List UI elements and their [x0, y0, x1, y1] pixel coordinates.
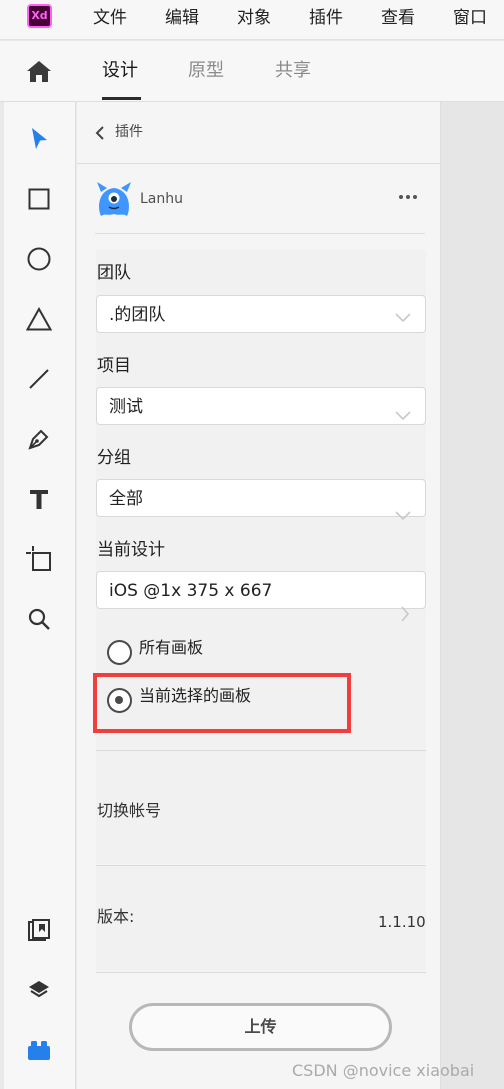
panel-header: 插件: [77, 102, 441, 164]
current-design-value: iOS @1x 375 x 667: [109, 581, 273, 601]
highlight-box: [93, 673, 351, 733]
triangle-icon[interactable]: [26, 306, 52, 332]
xd-logo: Xd: [27, 4, 52, 28]
pen-icon[interactable]: [26, 426, 52, 452]
menu-bar: Xd 文件 编辑 对象 插件 查看 窗口: [0, 0, 504, 40]
tool-bar: [4, 102, 76, 1089]
menu-view[interactable]: 查看: [381, 7, 415, 29]
current-design-select[interactable]: iOS @1x 375 x 667: [96, 571, 426, 622]
rectangle-icon[interactable]: [26, 186, 52, 212]
radio-all-artboards-label: 所有画板: [139, 638, 204, 657]
tab-prototype[interactable]: 原型: [188, 59, 224, 83]
active-tab-underline: [102, 97, 141, 100]
radio-all-artboards[interactable]: [107, 640, 132, 665]
project-value: 测试: [109, 397, 143, 417]
plugin-header-row: Lanhu: [95, 178, 425, 234]
select-arrow-icon[interactable]: [26, 126, 52, 152]
version-label: 版本:: [97, 907, 135, 926]
team-select[interactable]: .的团队: [96, 295, 426, 333]
line-icon[interactable]: [26, 366, 52, 392]
switch-account-link[interactable]: 切换帐号: [97, 800, 161, 822]
project-select[interactable]: 测试: [96, 387, 426, 425]
home-icon[interactable]: [26, 59, 52, 83]
watermark: CSDN @novice xiaobai: [292, 1061, 475, 1080]
tab-share[interactable]: 共享: [275, 59, 311, 83]
menu-file[interactable]: 文件: [93, 7, 127, 29]
team-label: 团队: [97, 263, 131, 283]
tab-design[interactable]: 设计: [102, 59, 138, 83]
version-value: 1.1.10: [378, 913, 426, 931]
ellipse-icon[interactable]: [26, 246, 52, 272]
upload-button[interactable]: 上传: [129, 1003, 392, 1051]
chevron-down-icon: [395, 511, 411, 521]
chevron-left-icon[interactable]: [95, 126, 105, 140]
chevron-down-icon: [395, 313, 411, 323]
more-options-icon[interactable]: [397, 192, 419, 202]
menu-object[interactable]: 对象: [237, 7, 271, 29]
lanhu-mascot-icon: [97, 182, 131, 216]
zoom-icon[interactable]: [26, 606, 52, 632]
menu-plugins[interactable]: 插件: [309, 7, 343, 29]
divider: [96, 972, 426, 973]
project-label: 项目: [97, 356, 131, 376]
group-select[interactable]: 全部: [96, 479, 426, 521]
team-value: .的团队: [109, 305, 166, 325]
back-to-plugins-link[interactable]: 插件: [115, 122, 143, 142]
group-value: 全部: [109, 489, 143, 509]
canvas-area: [441, 102, 504, 1089]
version-section: [96, 866, 426, 971]
current-design-label: 当前设计: [97, 540, 165, 560]
plugins-icon[interactable]: [26, 1037, 52, 1063]
menu-window[interactable]: 窗口: [453, 7, 487, 29]
group-label: 分组: [97, 448, 131, 468]
artboard-icon[interactable]: [26, 546, 52, 572]
assets-icon[interactable]: [26, 917, 52, 943]
menu-edit[interactable]: 编辑: [165, 7, 199, 29]
plugin-name: Lanhu: [140, 191, 183, 207]
layers-icon[interactable]: [26, 977, 52, 1003]
mode-tab-bar: 设计 原型 共享: [0, 41, 504, 102]
chevron-right-icon: [401, 606, 409, 622]
text-icon[interactable]: [26, 486, 52, 512]
chevron-down-icon: [395, 411, 411, 421]
